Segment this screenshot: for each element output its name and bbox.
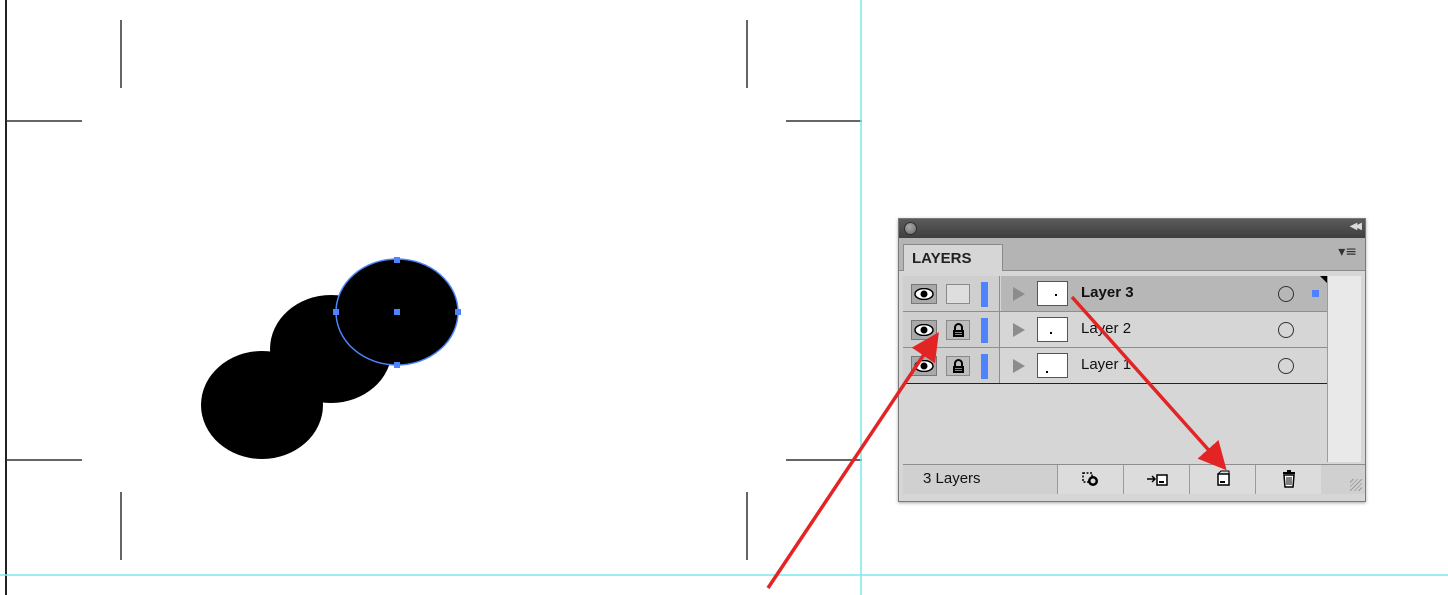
panel-tabstrip: LAYERS ▾≡ — [899, 238, 1365, 271]
layer-controls — [903, 312, 1000, 347]
expand-triangle-icon[interactable] — [1013, 287, 1025, 301]
lock-toggle-empty[interactable] — [946, 284, 970, 304]
layer-row-3[interactable]: Layer 3 — [903, 276, 1327, 312]
panel-footer: 3 Layers — [903, 464, 1365, 494]
layer-name-area[interactable]: Layer 2 — [1001, 312, 1327, 347]
layer-list-scrollbar[interactable] — [1327, 276, 1361, 462]
layer-name[interactable]: Layer 1 — [1081, 356, 1131, 373]
collapse-double-chevron-icon[interactable]: ◀◀ — [1350, 221, 1363, 232]
selected-art-indicator[interactable] — [1312, 290, 1319, 297]
layers-panel: ◀◀ LAYERS ▾≡ Layer 3 Layer 2 Layer 1 3 L… — [898, 218, 1366, 502]
layer-color-swatch — [981, 318, 988, 343]
panel-titlebar[interactable]: ◀◀ — [899, 219, 1365, 238]
lock-icon[interactable] — [946, 320, 970, 340]
anchor-point — [455, 309, 461, 315]
eye-visibility-icon[interactable] — [911, 356, 937, 376]
layer-name[interactable]: Layer 3 — [1081, 284, 1134, 301]
layer-controls — [903, 348, 1000, 383]
anchor-point — [394, 362, 400, 368]
layer-thumbnail — [1037, 353, 1068, 378]
layer-color-swatch — [981, 282, 988, 307]
delete-layer-icon[interactable] — [1255, 465, 1321, 494]
layer-controls — [903, 276, 1000, 311]
target-circle-icon[interactable] — [1278, 322, 1294, 338]
eye-visibility-icon[interactable] — [911, 320, 937, 340]
create-sublayer-icon[interactable] — [1123, 465, 1189, 494]
layer-name[interactable]: Layer 2 — [1081, 320, 1131, 337]
resize-grip[interactable] — [1350, 479, 1362, 491]
layer-color-swatch — [981, 354, 988, 379]
eye-visibility-icon[interactable] — [911, 284, 937, 304]
layer-thumbnail — [1037, 281, 1068, 306]
expand-triangle-icon[interactable] — [1013, 323, 1025, 337]
tab-layers[interactable]: LAYERS — [903, 244, 1003, 271]
target-circle-icon[interactable] — [1278, 286, 1294, 302]
layer-name-area[interactable]: Layer 3 — [1001, 276, 1327, 311]
close-icon[interactable] — [904, 222, 917, 235]
layer-thumbnail — [1037, 317, 1068, 342]
lock-icon[interactable] — [946, 356, 970, 376]
create-new-layer-icon[interactable] — [1189, 465, 1255, 494]
anchor-point — [394, 257, 400, 263]
layer-count-label: 3 Layers — [923, 470, 981, 487]
current-layer-indicator — [1320, 276, 1327, 283]
target-circle-icon[interactable] — [1278, 358, 1294, 374]
center-point — [394, 309, 400, 315]
expand-triangle-icon[interactable] — [1013, 359, 1025, 373]
layer-row-2[interactable]: Layer 2 — [903, 312, 1327, 348]
panel-menu-icon[interactable]: ▾≡ — [1338, 244, 1357, 260]
make-clipping-mask-icon[interactable] — [1057, 465, 1123, 494]
anchor-point — [333, 309, 339, 315]
layer-list: Layer 3 Layer 2 Layer 1 — [903, 276, 1327, 384]
layer-row-1[interactable]: Layer 1 — [903, 348, 1327, 384]
layer-name-area[interactable]: Layer 1 — [1001, 348, 1327, 383]
